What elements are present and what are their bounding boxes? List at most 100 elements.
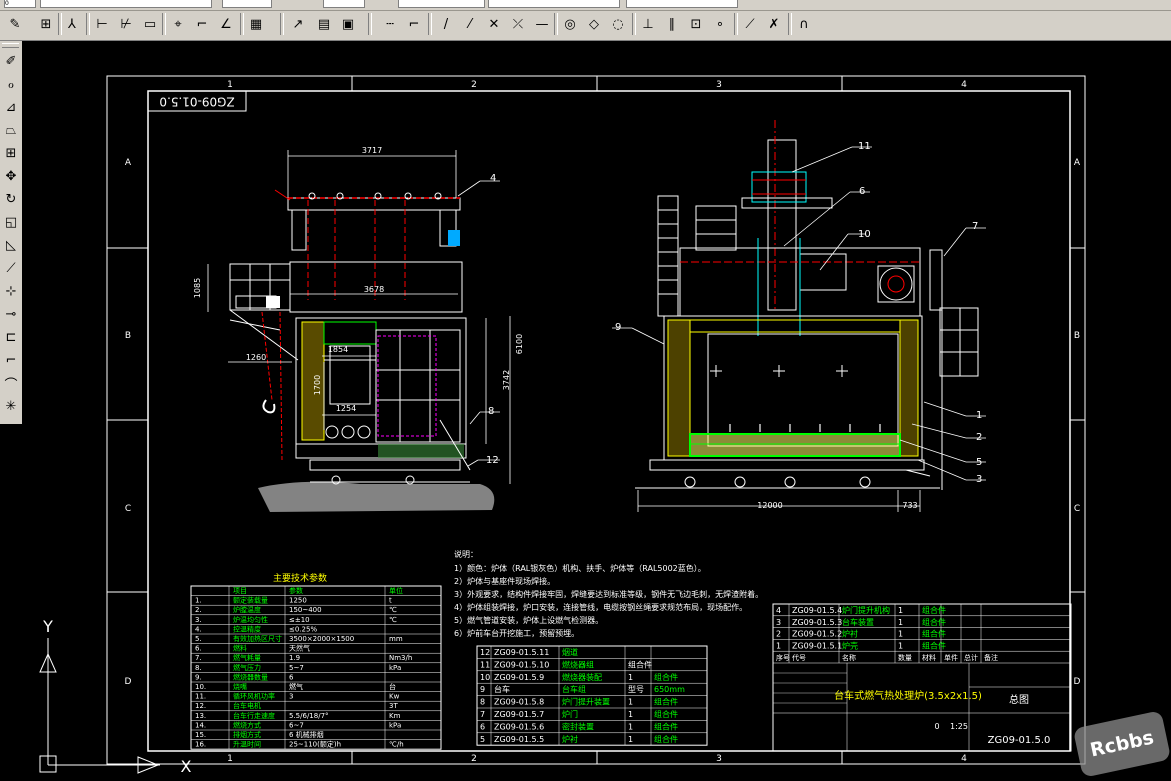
insert-icon[interactable]: ▣ <box>338 13 358 35</box>
linetype-combo[interactable] <box>323 0 365 8</box>
title-row-cell: 3 <box>776 618 781 627</box>
toolbar-separator <box>788 13 792 35</box>
dim-text: 3678 <box>364 285 384 294</box>
snap-intersection-icon[interactable]: ✕ <box>484 13 504 35</box>
dim-text-icon[interactable]: ▭ <box>140 13 160 35</box>
rotate-icon[interactable]: ↻ <box>1 189 21 209</box>
extra-combo[interactable] <box>626 0 738 8</box>
offset-icon[interactable]: ⏢ <box>1 120 21 140</box>
spec-cell: 额定装载量 <box>233 596 268 605</box>
pencil-icon[interactable]: ✎ <box>5 13 25 35</box>
snap-midpoint-icon[interactable]: ⌐ <box>404 13 424 35</box>
grid-icon[interactable]: ▤ <box>314 13 334 35</box>
toolbar-separator <box>240 13 244 35</box>
snap-insert-icon[interactable]: ⊡ <box>686 13 706 35</box>
layer-combo[interactable]: 0 <box>4 0 36 8</box>
explode-icon[interactable]: ✳ <box>1 396 21 416</box>
trim-icon[interactable]: ⟋ <box>1 258 21 278</box>
spec-cell: 16. <box>195 741 206 749</box>
dim-linear-icon[interactable]: ⊢ <box>92 13 112 35</box>
spec-header-cell: 单位 <box>389 586 403 595</box>
snap-line-icon[interactable]: / <box>436 13 456 35</box>
snap-perpendicular-icon[interactable]: ⊥ <box>638 13 658 35</box>
spec-cell: 5. <box>195 635 202 643</box>
parts-cell: 台车 <box>494 684 510 694</box>
spec-cell: 2. <box>195 606 202 614</box>
parts-cell: ZG09-01.5.7 <box>494 710 544 719</box>
note-line: 1）颜色：炉体（RAL银灰色）机构、扶手、炉体等（RAL5002蓝色）。 <box>454 563 706 573</box>
layer-state-combo[interactable] <box>40 0 212 8</box>
spec-cell: 控温精度 <box>233 624 261 633</box>
title-row-cell: 组合件 <box>922 605 946 615</box>
drawing-title: 台车式燃气热处理炉(3.5x2x1.5) <box>834 689 982 702</box>
plotstyle-combo[interactable] <box>488 0 620 8</box>
spec-cell: 6 机械排烟 <box>289 730 324 739</box>
col-label: 3 <box>716 80 722 90</box>
join-icon[interactable]: ⊏ <box>1 327 21 347</box>
toolbar-grip[interactable] <box>2 43 19 48</box>
stretch-icon[interactable]: ◺ <box>1 235 21 255</box>
extend-icon[interactable]: ⊹ <box>1 281 21 301</box>
polyline-icon[interactable]: ↗ <box>288 13 308 35</box>
osnap-settings-icon[interactable]: ∩ <box>794 13 814 35</box>
angle-icon[interactable]: ∠ <box>216 13 236 35</box>
scale-icon[interactable]: ◱ <box>1 212 21 232</box>
snap-none-icon[interactable]: ✗ <box>764 13 784 35</box>
modify-toolbar: ✐ ℴ ⊿ ⏢ ⊞ ✥ ↻ ◱ ◺ ⟋ ⊹ ⊸ ⊏ ⌐ ⌒ ✳ <box>0 41 23 424</box>
toolbar-separator <box>368 13 372 35</box>
spec-cell: 炉温均匀性 <box>233 615 268 624</box>
title-row-cell: 组合件 <box>922 640 946 650</box>
snap-center-icon[interactable]: ◎ <box>560 13 580 35</box>
parts-cell: 9 <box>480 685 485 694</box>
title-row-cell: 1 <box>898 618 903 627</box>
break-icon[interactable]: ⊸ <box>1 304 21 324</box>
snap-endpoint-icon[interactable]: ┄ <box>380 13 400 35</box>
dimension-icon[interactable]: ⅄ <box>62 13 82 35</box>
spec-cell: 5~7 <box>289 664 304 672</box>
leader-icon[interactable]: ⌐ <box>192 13 212 35</box>
snap-node-icon[interactable]: ∘ <box>710 13 730 35</box>
parts-cell: ZG09-01.5.6 <box>494 722 544 731</box>
parts-cell: 台车组 <box>562 684 586 694</box>
copy-icon[interactable]: ℴ <box>1 74 21 94</box>
callout-number: 10 <box>858 229 871 240</box>
spec-cell: 6~7 <box>289 721 304 729</box>
snap-ray-icon[interactable]: ⁄ <box>460 13 480 35</box>
parts-cell: 8 <box>480 698 485 707</box>
spec-cell: 台车行走速度 <box>233 711 275 720</box>
drawing-canvas[interactable]: 1 2 3 4 1 2 3 4 A B C D A B C D ZG09-01.… <box>22 41 1171 781</box>
row-label: D <box>125 677 132 687</box>
title-row-cell: 4 <box>776 606 781 615</box>
snap-parallel-icon[interactable]: ∥ <box>662 13 682 35</box>
snap-apparent-icon[interactable]: ⤫ <box>508 13 528 35</box>
chamfer-icon[interactable]: ⌐ <box>1 350 21 370</box>
spec-header-cell: 项目 <box>233 587 247 595</box>
properties-toolbar: 0 <box>0 0 1171 11</box>
title-header-cell: 备注 <box>984 653 998 662</box>
dim-aligned-icon[interactable]: ⊬ <box>116 13 136 35</box>
color-combo[interactable] <box>222 0 272 8</box>
fillet-icon[interactable]: ⌒ <box>1 373 21 393</box>
dim-text: 12000 <box>757 501 782 510</box>
mirror-icon[interactable]: ⊿ <box>1 97 21 117</box>
array-icon[interactable]: ⊞ <box>1 143 21 163</box>
title-row-cell: 2 <box>776 630 781 639</box>
snap-quadrant-icon[interactable]: ◇ <box>584 13 604 35</box>
snap-nearest-icon[interactable]: ⟋ <box>740 13 760 35</box>
snap-extension-icon[interactable]: — <box>532 13 552 35</box>
spec-cell: 8. <box>195 664 202 672</box>
notes-title: 说明： <box>454 549 478 559</box>
spec-cell: 25~110(额定)h <box>289 740 341 749</box>
col-label: 4 <box>961 80 967 90</box>
snap-tangent-icon[interactable]: ◌ <box>608 13 628 35</box>
row-label: C <box>125 504 131 514</box>
block-icon[interactable]: ▦ <box>246 13 266 35</box>
tolerance-icon[interactable]: ⌖ <box>168 13 188 35</box>
move-icon[interactable]: ✥ <box>1 166 21 186</box>
parts-cell: 1 <box>628 698 633 707</box>
callout-number: 9 <box>615 322 621 333</box>
erase-icon[interactable]: ✐ <box>1 51 21 71</box>
lineweight-combo[interactable] <box>398 0 485 8</box>
match-properties-icon[interactable]: ⊞ <box>36 13 56 35</box>
spec-cell: 循环风机功率 <box>233 692 275 701</box>
